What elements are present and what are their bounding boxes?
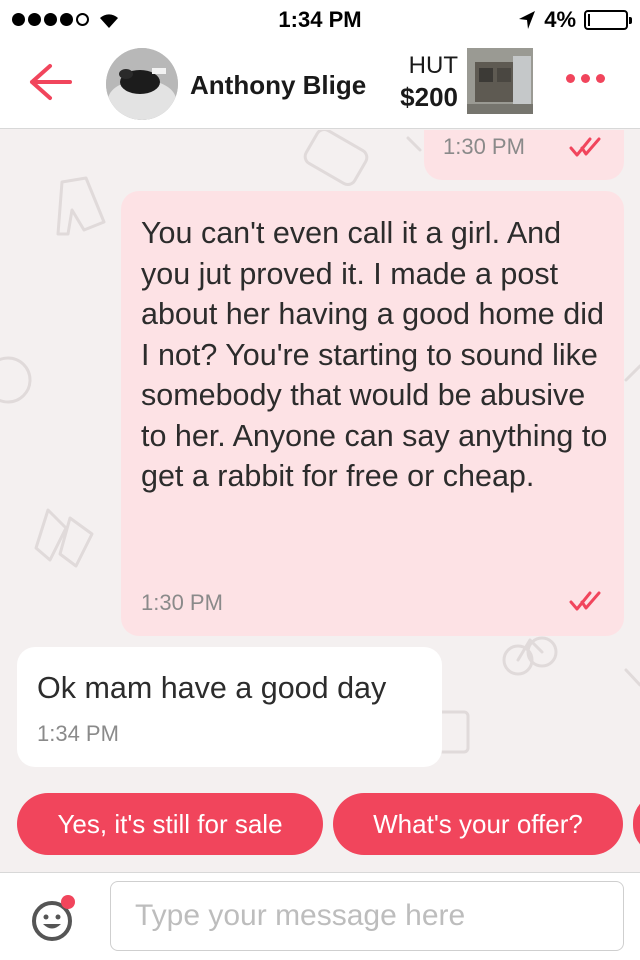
battery-icon [584, 10, 632, 30]
listing-price[interactable]: $200 [380, 82, 458, 113]
listing-thumbnail[interactable] [467, 48, 533, 114]
message-time: 1:34 PM [37, 721, 119, 746]
battery-level [588, 14, 590, 26]
message-text: Ok mam have a good day [37, 671, 387, 705]
read-receipt-icon [569, 137, 601, 157]
quick-reply-still-for-sale[interactable]: Yes, it's still for sale [17, 793, 323, 855]
contact-avatar[interactable] [106, 48, 178, 120]
composer-bar [0, 872, 640, 960]
message-list[interactable]: 1:30 PM You can't even call it a girl. A… [0, 130, 640, 872]
message-text: You can't even call it a girl. And you j… [141, 216, 608, 493]
back-arrow-icon[interactable] [28, 62, 74, 102]
status-bar: 1:34 PM 4% [0, 0, 640, 40]
message-input[interactable] [110, 881, 624, 951]
location-arrow-icon [519, 11, 536, 29]
more-options-icon[interactable] [566, 74, 605, 83]
chat-header: Anthony Blige HUT $200 [0, 40, 640, 129]
listing-title[interactable]: HUT [386, 52, 458, 80]
emoji-icon[interactable] [30, 893, 80, 943]
incoming-message-bubble[interactable] [17, 647, 442, 767]
quick-reply-whats-your-offer[interactable]: What's your offer? [333, 793, 623, 855]
message-time: 1:30 PM [141, 590, 223, 615]
contact-name[interactable]: Anthony Blige [190, 70, 366, 101]
battery-percent: 4% [544, 7, 576, 32]
read-receipt-icon [569, 591, 601, 611]
message-time: 1:30 PM [443, 134, 525, 159]
